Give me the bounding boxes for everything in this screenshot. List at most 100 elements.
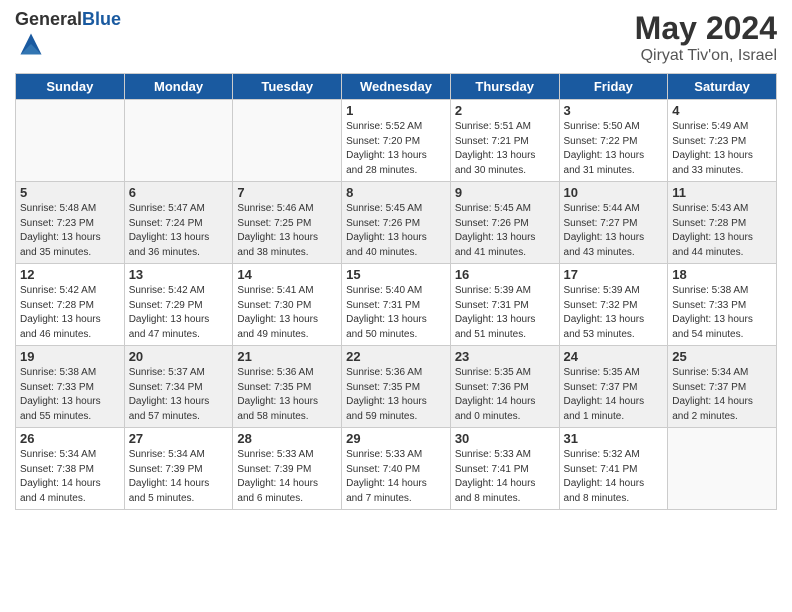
logo-icon bbox=[17, 30, 45, 58]
weekday-header: Tuesday bbox=[233, 74, 342, 100]
calendar-cell: 21 Sunrise: 5:36 AM Sunset: 7:35 PM Dayli… bbox=[233, 346, 342, 428]
day-info: Sunrise: 5:39 AM Sunset: 7:31 PM Dayligh… bbox=[455, 284, 555, 342]
calendar-cell: 28 Sunrise: 5:33 AM Sunset: 7:39 PM Dayli… bbox=[233, 428, 342, 510]
calendar-cell: 20Sunrise: 5:37 AM Sunset: 7:34 PM Dayli… bbox=[124, 346, 233, 428]
calendar-cell: 4 Sunrise: 5:49 AM Sunset: 7:23 PM Daylig… bbox=[668, 100, 777, 182]
calendar-cell: 14Sunrise: 5:41 AM Sunset: 7:30 PM Dayli… bbox=[233, 264, 342, 346]
weekday-header: Saturday bbox=[668, 74, 777, 100]
day-number: 27 bbox=[129, 431, 229, 446]
main-container: GeneralBlue May 2024 Qiryat Tiv'on, Isra… bbox=[0, 0, 792, 520]
day-number: 22 bbox=[346, 349, 446, 364]
logo: GeneralBlue bbox=[15, 10, 121, 63]
calendar-cell: 13 Sunrise: 5:42 AM Sunset: 7:29 PM Dayli… bbox=[124, 264, 233, 346]
day-info: Sunrise: 5:47 AM Sunset: 7:24 PM Dayligh… bbox=[129, 202, 229, 260]
day-info: Sunrise: 5:43 AM Sunset: 7:28 PM Dayligh… bbox=[672, 202, 772, 260]
day-info: Sunrise: 5:36 AM Sunset: 7:35 PM Dayligh… bbox=[346, 366, 446, 424]
day-number: 10 bbox=[564, 185, 664, 200]
day-info: Sunrise: 5:32 AM Sunset: 7:41 PM Dayligh… bbox=[564, 448, 664, 506]
title-block: May 2024 Qiryat Tiv'on, Israel bbox=[635, 10, 777, 65]
logo-general: General bbox=[15, 9, 82, 29]
day-info: Sunrise: 5:50 AM Sunset: 7:22 PM Dayligh… bbox=[564, 120, 664, 178]
calendar-cell: 24 Sunrise: 5:35 AM Sunset: 7:37 PM Dayli… bbox=[559, 346, 668, 428]
day-info: Sunrise: 5:37 AM Sunset: 7:34 PM Dayligh… bbox=[129, 366, 229, 424]
calendar-cell bbox=[668, 428, 777, 510]
day-info: Sunrise: 5:41 AM Sunset: 7:30 PM Dayligh… bbox=[237, 284, 337, 342]
weekday-header: Thursday bbox=[450, 74, 559, 100]
calendar-week-row: 1 Sunrise: 5:52 AM Sunset: 7:20 PM Daylig… bbox=[16, 100, 777, 182]
day-number: 12 bbox=[20, 267, 120, 282]
day-info: Sunrise: 5:34 AM Sunset: 7:37 PM Dayligh… bbox=[672, 366, 772, 424]
day-number: 29 bbox=[346, 431, 446, 446]
day-number: 17 bbox=[564, 267, 664, 282]
weekday-header-row: SundayMondayTuesdayWednesdayThursdayFrid… bbox=[16, 74, 777, 100]
calendar-cell: 2 Sunrise: 5:51 AM Sunset: 7:21 PM Daylig… bbox=[450, 100, 559, 182]
day-number: 1 bbox=[346, 103, 446, 118]
day-number: 21 bbox=[237, 349, 337, 364]
day-number: 25 bbox=[672, 349, 772, 364]
calendar-week-row: 26Sunrise: 5:34 AM Sunset: 7:38 PM Dayli… bbox=[16, 428, 777, 510]
calendar-week-row: 19 Sunrise: 5:38 AM Sunset: 7:33 PM Dayli… bbox=[16, 346, 777, 428]
calendar-cell: 22 Sunrise: 5:36 AM Sunset: 7:35 PM Dayli… bbox=[342, 346, 451, 428]
month-year: May 2024 bbox=[635, 10, 777, 47]
day-info: Sunrise: 5:38 AM Sunset: 7:33 PM Dayligh… bbox=[20, 366, 120, 424]
calendar-cell: 16 Sunrise: 5:39 AM Sunset: 7:31 PM Dayli… bbox=[450, 264, 559, 346]
day-info: Sunrise: 5:33 AM Sunset: 7:39 PM Dayligh… bbox=[237, 448, 337, 506]
day-number: 4 bbox=[672, 103, 772, 118]
day-info: Sunrise: 5:42 AM Sunset: 7:29 PM Dayligh… bbox=[129, 284, 229, 342]
day-info: Sunrise: 5:49 AM Sunset: 7:23 PM Dayligh… bbox=[672, 120, 772, 178]
day-info: Sunrise: 5:45 AM Sunset: 7:26 PM Dayligh… bbox=[455, 202, 555, 260]
day-info: Sunrise: 5:52 AM Sunset: 7:20 PM Dayligh… bbox=[346, 120, 446, 178]
calendar-cell: 23Sunrise: 5:35 AM Sunset: 7:36 PM Dayli… bbox=[450, 346, 559, 428]
day-info: Sunrise: 5:38 AM Sunset: 7:33 PM Dayligh… bbox=[672, 284, 772, 342]
calendar-cell: 29 Sunrise: 5:33 AM Sunset: 7:40 PM Dayli… bbox=[342, 428, 451, 510]
calendar-cell: 3Sunrise: 5:50 AM Sunset: 7:22 PM Daylig… bbox=[559, 100, 668, 182]
day-info: Sunrise: 5:34 AM Sunset: 7:38 PM Dayligh… bbox=[20, 448, 120, 506]
day-info: Sunrise: 5:35 AM Sunset: 7:37 PM Dayligh… bbox=[564, 366, 664, 424]
calendar-cell: 7Sunrise: 5:46 AM Sunset: 7:25 PM Daylig… bbox=[233, 182, 342, 264]
calendar-cell: 25 Sunrise: 5:34 AM Sunset: 7:37 PM Dayli… bbox=[668, 346, 777, 428]
day-number: 2 bbox=[455, 103, 555, 118]
calendar-cell: 17 Sunrise: 5:39 AM Sunset: 7:32 PM Dayli… bbox=[559, 264, 668, 346]
day-number: 28 bbox=[237, 431, 337, 446]
weekday-header: Monday bbox=[124, 74, 233, 100]
day-info: Sunrise: 5:33 AM Sunset: 7:40 PM Dayligh… bbox=[346, 448, 446, 506]
calendar-cell: 8Sunrise: 5:45 AM Sunset: 7:26 PM Daylig… bbox=[342, 182, 451, 264]
calendar-cell: 26Sunrise: 5:34 AM Sunset: 7:38 PM Dayli… bbox=[16, 428, 125, 510]
day-number: 11 bbox=[672, 185, 772, 200]
day-info: Sunrise: 5:36 AM Sunset: 7:35 PM Dayligh… bbox=[237, 366, 337, 424]
day-info: Sunrise: 5:39 AM Sunset: 7:32 PM Dayligh… bbox=[564, 284, 664, 342]
day-number: 7 bbox=[237, 185, 337, 200]
day-number: 24 bbox=[564, 349, 664, 364]
day-number: 13 bbox=[129, 267, 229, 282]
calendar-cell: 18 Sunrise: 5:38 AM Sunset: 7:33 PM Dayli… bbox=[668, 264, 777, 346]
calendar-cell: 19 Sunrise: 5:38 AM Sunset: 7:33 PM Dayli… bbox=[16, 346, 125, 428]
day-info: Sunrise: 5:40 AM Sunset: 7:31 PM Dayligh… bbox=[346, 284, 446, 342]
day-number: 18 bbox=[672, 267, 772, 282]
location: Qiryat Tiv'on, Israel bbox=[635, 47, 777, 65]
day-info: Sunrise: 5:45 AM Sunset: 7:26 PM Dayligh… bbox=[346, 202, 446, 260]
header: GeneralBlue May 2024 Qiryat Tiv'on, Isra… bbox=[15, 10, 777, 65]
calendar-cell: 5 Sunrise: 5:48 AM Sunset: 7:23 PM Daylig… bbox=[16, 182, 125, 264]
day-info: Sunrise: 5:51 AM Sunset: 7:21 PM Dayligh… bbox=[455, 120, 555, 178]
day-info: Sunrise: 5:35 AM Sunset: 7:36 PM Dayligh… bbox=[455, 366, 555, 424]
day-info: Sunrise: 5:44 AM Sunset: 7:27 PM Dayligh… bbox=[564, 202, 664, 260]
calendar-cell: 15 Sunrise: 5:40 AM Sunset: 7:31 PM Dayli… bbox=[342, 264, 451, 346]
day-number: 9 bbox=[455, 185, 555, 200]
calendar-cell: 11 Sunrise: 5:43 AM Sunset: 7:28 PM Dayli… bbox=[668, 182, 777, 264]
calendar-cell: 9 Sunrise: 5:45 AM Sunset: 7:26 PM Daylig… bbox=[450, 182, 559, 264]
day-info: Sunrise: 5:34 AM Sunset: 7:39 PM Dayligh… bbox=[129, 448, 229, 506]
day-number: 5 bbox=[20, 185, 120, 200]
day-number: 16 bbox=[455, 267, 555, 282]
day-number: 19 bbox=[20, 349, 120, 364]
day-info: Sunrise: 5:48 AM Sunset: 7:23 PM Dayligh… bbox=[20, 202, 120, 260]
calendar-cell: 27 Sunrise: 5:34 AM Sunset: 7:39 PM Dayli… bbox=[124, 428, 233, 510]
day-number: 6 bbox=[129, 185, 229, 200]
day-number: 31 bbox=[564, 431, 664, 446]
calendar-week-row: 12Sunrise: 5:42 AM Sunset: 7:28 PM Dayli… bbox=[16, 264, 777, 346]
weekday-header: Wednesday bbox=[342, 74, 451, 100]
calendar-cell bbox=[233, 100, 342, 182]
day-number: 15 bbox=[346, 267, 446, 282]
weekday-header: Friday bbox=[559, 74, 668, 100]
calendar-cell: 1 Sunrise: 5:52 AM Sunset: 7:20 PM Daylig… bbox=[342, 100, 451, 182]
calendar-cell: 10 Sunrise: 5:44 AM Sunset: 7:27 PM Dayli… bbox=[559, 182, 668, 264]
